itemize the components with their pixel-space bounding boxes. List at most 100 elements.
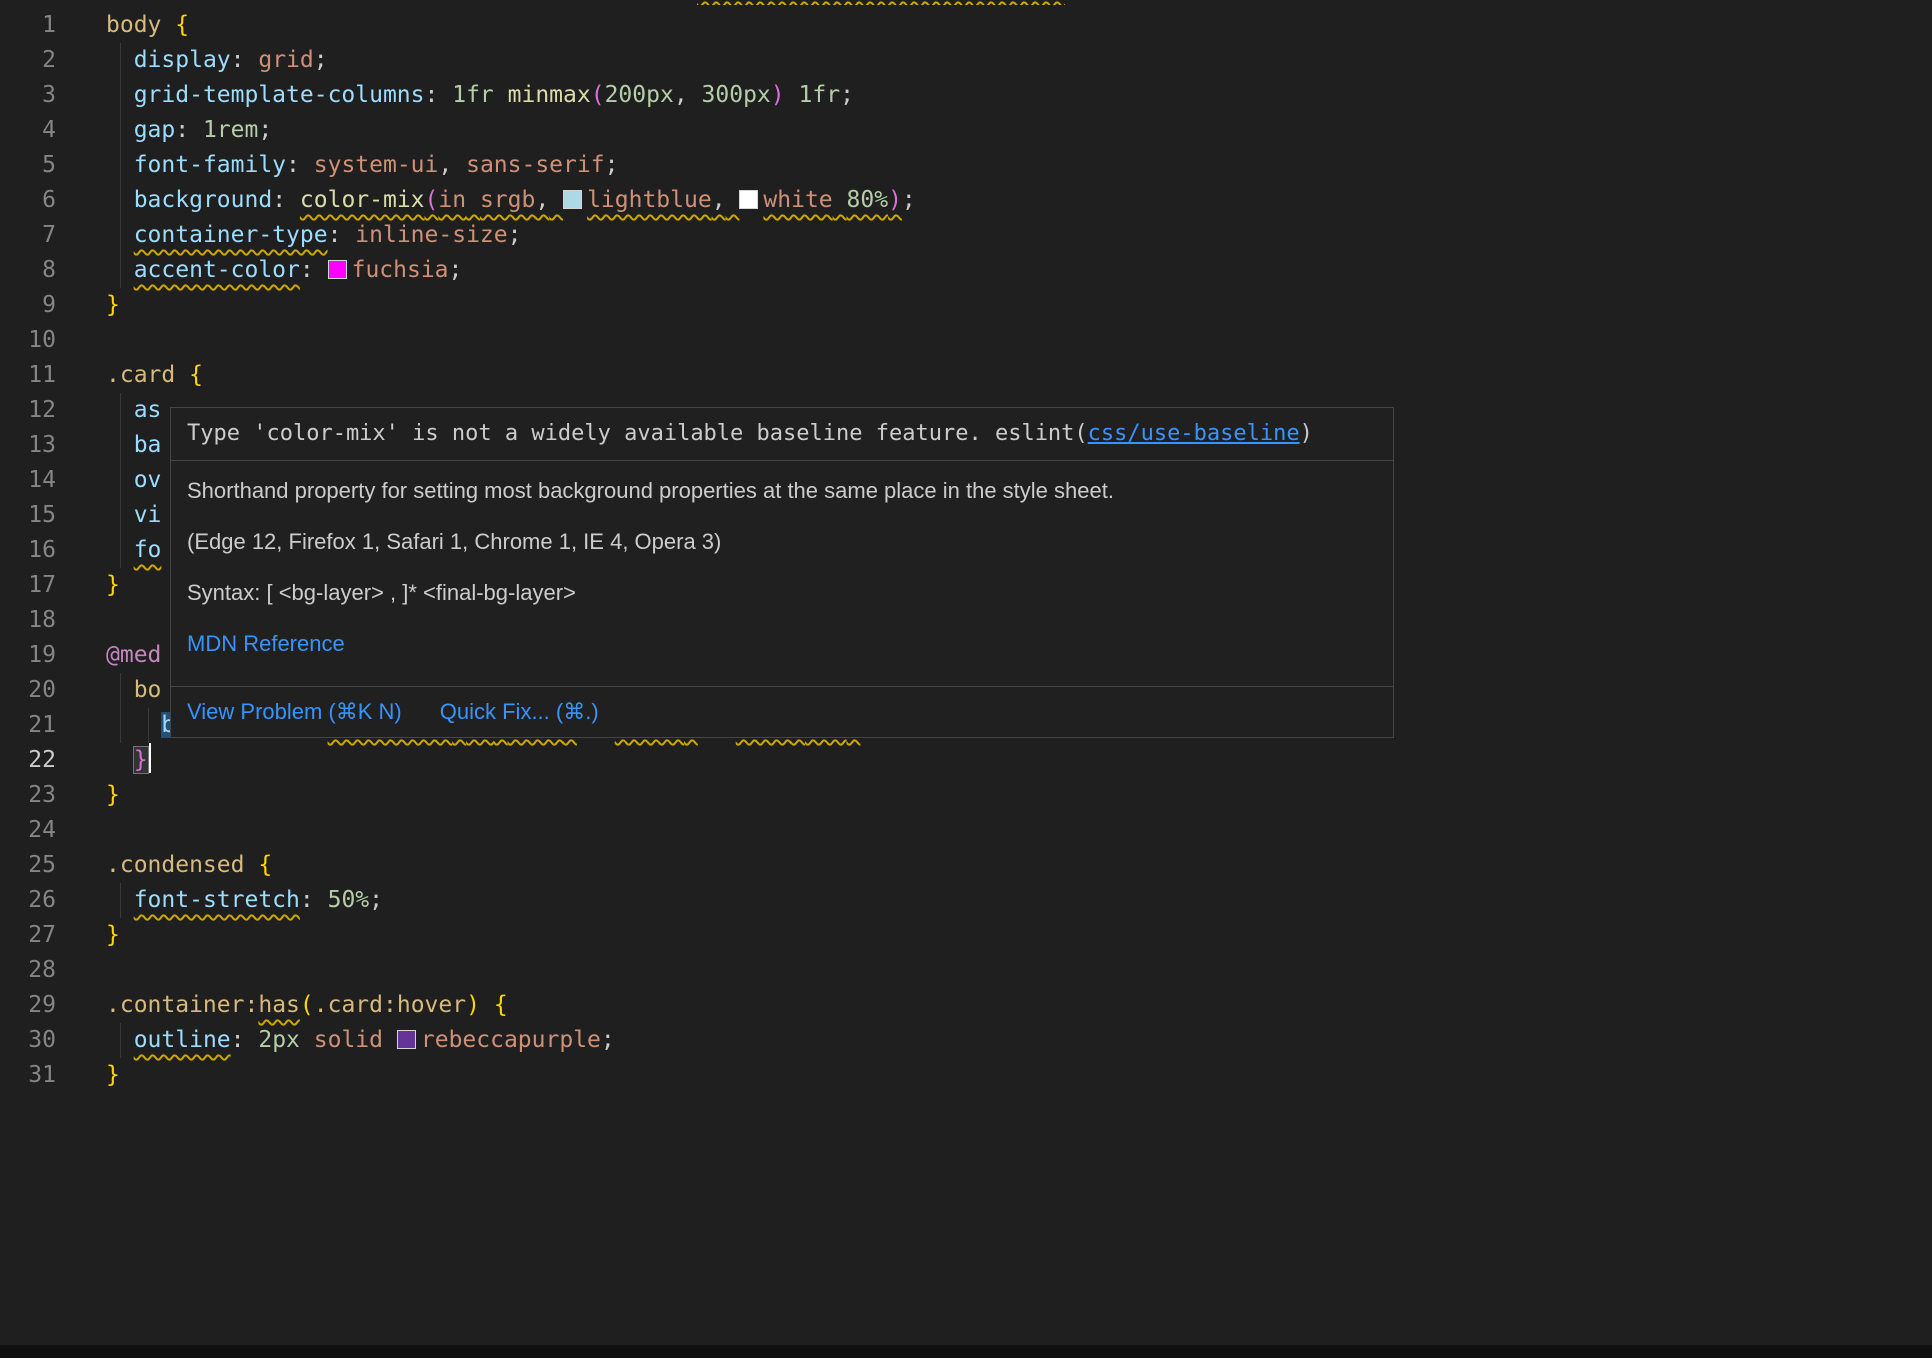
quick-fix-button[interactable]: Quick Fix... (⌘.)	[440, 699, 599, 725]
partial-squiggle-artifact: xxxxxxxxxxxxxxxxxxxxxxxxxxx	[697, 0, 1065, 5]
code-line[interactable]: 7 container-type: inline-size;	[0, 218, 1932, 253]
line-number: 30	[0, 1023, 56, 1058]
code-line-content: }	[106, 288, 120, 323]
code-token: ov	[134, 467, 162, 493]
code-token: :	[272, 187, 286, 213]
indent-guide	[120, 148, 121, 183]
code-token: 1rem	[203, 117, 258, 143]
code-token	[314, 257, 328, 283]
color-swatch[interactable]	[328, 260, 347, 279]
hover-actions-bar: View Problem (⌘K N) Quick Fix... (⌘.)	[171, 686, 1393, 737]
line-number: 27	[0, 918, 56, 953]
code-line[interactable]: 23}	[0, 778, 1932, 813]
line-number: 24	[0, 813, 56, 848]
code-line[interactable]: 26 font-stretch: 50%;	[0, 883, 1932, 918]
code-token: font-family	[134, 152, 286, 178]
indent-guide	[148, 708, 149, 743]
code-line-content: @med	[106, 638, 161, 673]
code-token	[549, 187, 563, 213]
mdn-reference-link[interactable]: MDN Reference	[187, 631, 345, 656]
code-line[interactable]: 28	[0, 953, 1932, 988]
code-line-content: .container:has(.card:hover) {	[106, 988, 508, 1023]
diagnostic-text-suffix: )	[1300, 421, 1313, 446]
code-line[interactable]: 5 font-family: system-ui, sans-serif;	[0, 148, 1932, 183]
line-number: 21	[0, 708, 56, 743]
code-token: :	[425, 82, 439, 108]
code-token: 300px	[702, 82, 771, 108]
code-token	[106, 712, 161, 738]
line-number: 9	[0, 288, 56, 323]
code-token: ;	[449, 257, 463, 283]
code-token: ,	[535, 187, 549, 213]
code-token: {	[175, 12, 189, 38]
code-line[interactable]: 2 display: grid;	[0, 43, 1932, 78]
code-token: )	[888, 187, 902, 213]
eslint-rule-link[interactable]: css/use-baseline	[1088, 421, 1300, 446]
code-line[interactable]: 3 grid-template-columns: 1fr minmax(200p…	[0, 78, 1932, 113]
code-token: :	[231, 47, 245, 73]
code-token: (	[591, 82, 605, 108]
code-token: inline-size	[355, 222, 507, 248]
code-token: ,	[712, 187, 726, 213]
code-token: bo	[134, 677, 162, 703]
code-token: display	[134, 47, 231, 73]
bottom-edge-bar	[0, 1345, 1932, 1358]
color-swatch[interactable]	[563, 190, 582, 209]
indent-guide	[120, 883, 121, 918]
code-token: ,	[674, 82, 688, 108]
code-line[interactable]: 6 background: color-mix(in srgb, lightbl…	[0, 183, 1932, 218]
code-token	[189, 117, 203, 143]
code-token: grid	[258, 47, 313, 73]
code-token: }	[106, 292, 120, 318]
line-number: 28	[0, 953, 56, 988]
code-line[interactable]: 11.card {	[0, 358, 1932, 393]
code-token	[466, 187, 480, 213]
line-number: 26	[0, 883, 56, 918]
indent-guide	[120, 673, 121, 708]
code-token: background	[134, 187, 272, 213]
code-token: font-stretch	[134, 887, 300, 913]
code-line[interactable]: 10	[0, 323, 1932, 358]
code-line[interactable]: 31}	[0, 1058, 1932, 1093]
code-line-content: ba	[106, 428, 161, 463]
code-line-content: vi	[106, 498, 161, 533]
code-token: white	[763, 187, 832, 213]
code-line-content: }	[106, 743, 151, 778]
code-token	[245, 1027, 259, 1053]
code-token: @med	[106, 642, 161, 668]
indent-guide	[120, 498, 121, 533]
code-token: rebeccapurple	[421, 1027, 601, 1053]
code-token	[383, 1027, 397, 1053]
code-token: color-mix	[300, 187, 425, 213]
color-swatch[interactable]	[397, 1030, 416, 1049]
indent-guide	[120, 113, 121, 148]
code-token: has	[258, 992, 300, 1018]
code-line[interactable]: 30 outline: 2px solid rebeccapurple;	[0, 1023, 1932, 1058]
color-swatch[interactable]	[739, 190, 758, 209]
code-token: 1fr	[452, 82, 494, 108]
code-token: 80%	[847, 187, 889, 213]
code-line[interactable]: 29.container:has(.card:hover) {	[0, 988, 1932, 1023]
line-number: 3	[0, 78, 56, 113]
code-token: accent-color	[134, 257, 300, 283]
code-token: :	[175, 117, 189, 143]
code-line[interactable]: 1body {	[0, 8, 1932, 43]
code-line[interactable]: 25.condensed {	[0, 848, 1932, 883]
code-line-content: }	[106, 918, 120, 953]
code-line[interactable]: 24	[0, 813, 1932, 848]
code-line[interactable]: 4 gap: 1rem;	[0, 113, 1932, 148]
code-token: .container	[106, 992, 244, 1018]
code-token: {	[258, 852, 272, 878]
code-line[interactable]: 27}	[0, 918, 1932, 953]
code-token: body	[106, 12, 161, 38]
code-line[interactable]: 9}	[0, 288, 1932, 323]
code-token: (	[300, 992, 314, 1018]
line-number: 2	[0, 43, 56, 78]
view-problem-button[interactable]: View Problem (⌘K N)	[187, 699, 402, 725]
code-line[interactable]: 22 }	[0, 743, 1932, 778]
code-token: }	[134, 747, 148, 773]
syntax-line: Syntax: [ <bg-layer> , ]* <final-bg-laye…	[187, 578, 1377, 607]
code-line[interactable]: 8 accent-color: fuchsia;	[0, 253, 1932, 288]
code-token: .condensed	[106, 852, 244, 878]
code-line-content: bo	[106, 673, 161, 708]
